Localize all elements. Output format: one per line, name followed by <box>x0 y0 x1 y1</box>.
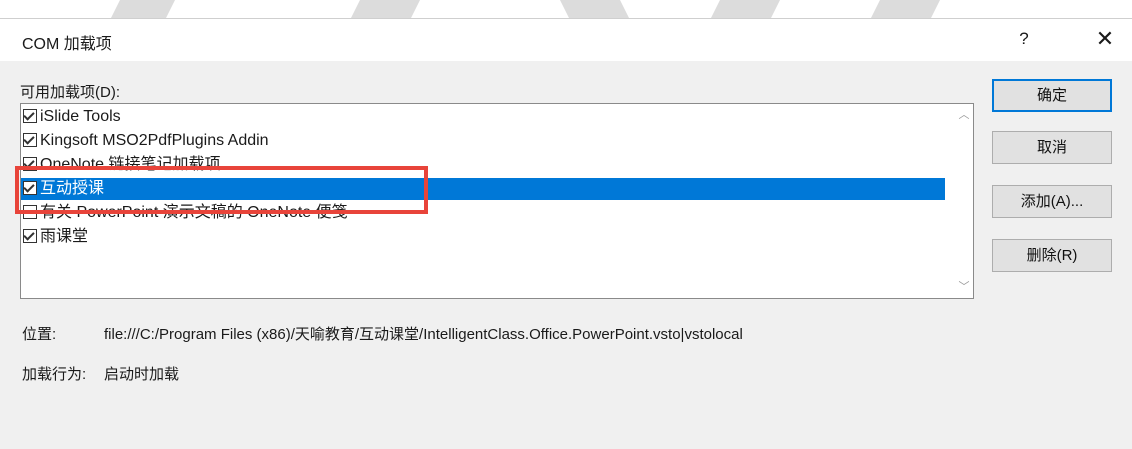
location-value: file:///C:/Program Files (x86)/天喻教育/互动课堂… <box>104 326 743 343</box>
add-button[interactable]: 添加(A)... <box>992 185 1112 218</box>
title-bar: COM 加载项 ? ✕ <box>0 19 1132 61</box>
checkbox[interactable] <box>23 109 37 123</box>
list-item[interactable]: 雨课堂 <box>21 226 945 248</box>
close-icon: ✕ <box>1095 26 1115 51</box>
list-item-label: 雨课堂 <box>40 228 89 245</box>
cancel-button[interactable]: 取消 <box>992 131 1112 164</box>
vertical-scrollbar[interactable]: ︿ ﹀ <box>955 104 973 298</box>
ok-button[interactable]: 确定 <box>992 79 1112 112</box>
location-label: 位置: <box>22 326 57 343</box>
list-item[interactable]: iSlide Tools <box>21 106 945 128</box>
annotation-highlight-box <box>15 166 428 214</box>
list-item-label: iSlide Tools <box>40 108 121 125</box>
check-icon <box>23 109 35 121</box>
close-button[interactable]: ✕ <box>1092 27 1118 53</box>
list-item[interactable]: Kingsoft MSO2PdfPlugins Addin <box>21 130 945 152</box>
com-addins-dialog: COM 加载项 ? ✕ 可用加载项(D): iSlide Tools Kings… <box>0 18 1132 449</box>
scroll-down-icon[interactable]: ﹀ <box>955 278 973 296</box>
check-icon <box>23 229 35 241</box>
load-behavior-label: 加载行为: <box>22 366 87 383</box>
scroll-up-icon[interactable]: ︿ <box>955 106 973 124</box>
checkbox[interactable] <box>23 133 37 147</box>
watermark-stripes <box>110 0 940 20</box>
checkbox[interactable] <box>23 229 37 243</box>
list-item-label: Kingsoft MSO2PdfPlugins Addin <box>40 132 269 149</box>
remove-button[interactable]: 删除(R) <box>992 239 1112 272</box>
addins-list-label: 可用加载项(D): <box>20 84 120 101</box>
dialog-title: COM 加载项 <box>22 36 112 53</box>
check-icon <box>23 133 35 145</box>
help-button[interactable]: ? <box>1012 27 1036 51</box>
load-behavior-value: 启动时加载 <box>104 366 180 383</box>
